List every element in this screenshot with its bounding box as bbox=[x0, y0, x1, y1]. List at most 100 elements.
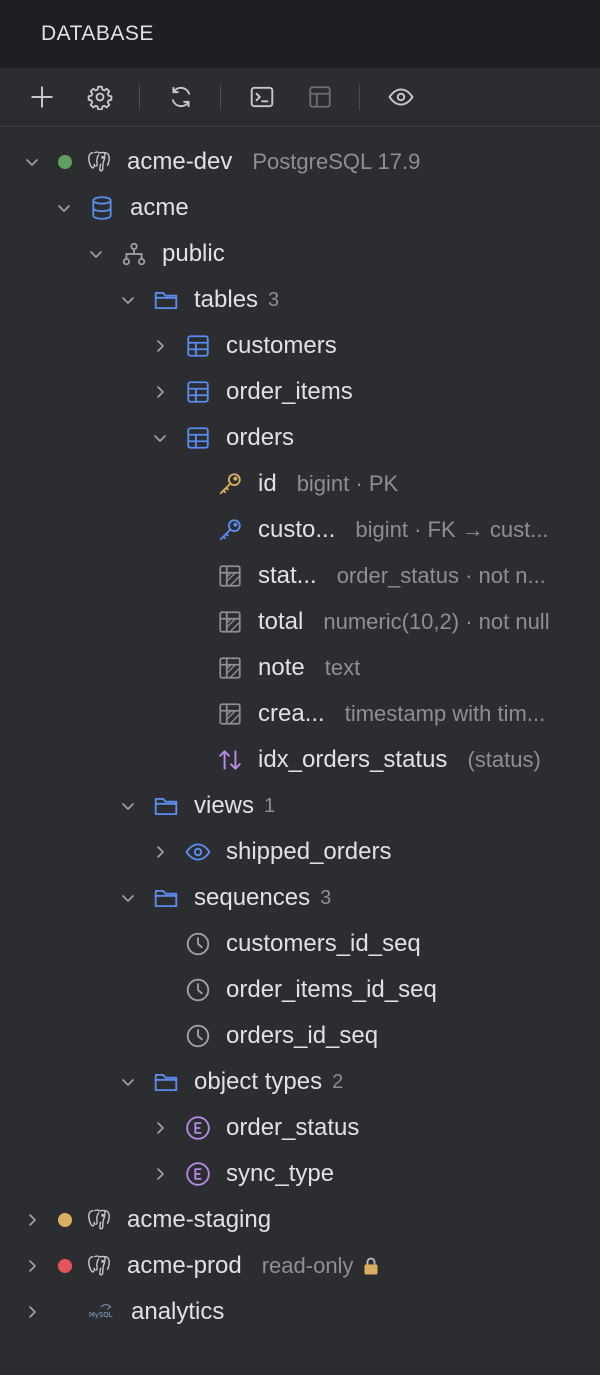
refresh-icon bbox=[171, 86, 191, 108]
column-type: order_status · not n... bbox=[336, 563, 546, 588]
plus-icon bbox=[31, 86, 53, 108]
chevron-right-icon[interactable] bbox=[150, 382, 170, 402]
column-icon bbox=[216, 654, 244, 682]
table-icon bbox=[184, 424, 212, 452]
tree-item-public-schema[interactable]: public bbox=[0, 231, 600, 277]
index-name: idx_orders_status bbox=[258, 746, 448, 773]
toolbar bbox=[0, 68, 600, 127]
clock-icon bbox=[184, 976, 212, 1004]
chevron-down-icon[interactable] bbox=[118, 1072, 138, 1092]
tree-item-acme-staging[interactable]: acme-staging bbox=[0, 1197, 600, 1243]
column-type: bigint · PK bbox=[296, 471, 399, 496]
folder-icon bbox=[152, 286, 180, 314]
postgres-elephant-icon bbox=[85, 1206, 113, 1234]
table-icon bbox=[184, 378, 212, 406]
eye-icon bbox=[184, 838, 212, 866]
tree-item-view-shipped-orders[interactable]: shipped_orders bbox=[0, 829, 600, 875]
panel-header: DATABASE bbox=[0, 0, 600, 68]
toolbar-separator bbox=[359, 84, 360, 110]
column-name: crea... bbox=[258, 700, 325, 727]
tree-item-table-orders[interactable]: orders bbox=[0, 415, 600, 461]
add-button[interactable] bbox=[27, 82, 57, 112]
tree-item-column-note[interactable]: note text bbox=[0, 645, 600, 691]
schema-name: public bbox=[162, 240, 225, 267]
column-type: timestamp with tim... bbox=[344, 701, 546, 726]
read-only-label: read-only bbox=[261, 1253, 354, 1278]
toolbar-separator bbox=[220, 84, 221, 110]
connection-name: acme-prod bbox=[127, 1252, 242, 1279]
enum-icon bbox=[184, 1160, 212, 1188]
tree-item-type-sync-type[interactable]: sync_type bbox=[0, 1151, 600, 1197]
chevron-down-icon[interactable] bbox=[54, 198, 74, 218]
tree-item-index[interactable]: idx_orders_status (status) bbox=[0, 737, 600, 783]
terminal-icon bbox=[250, 86, 274, 108]
tree-item-table-customers[interactable]: customers bbox=[0, 323, 600, 369]
chevron-right-icon[interactable] bbox=[22, 1302, 42, 1322]
column-name: id bbox=[258, 470, 277, 497]
database-tree: acme-dev PostgreSQL 17.9 acme public tab… bbox=[0, 127, 600, 1335]
chevron-right-icon[interactable] bbox=[150, 1118, 170, 1138]
tree-item-views-folder[interactable]: views 1 bbox=[0, 783, 600, 829]
chevron-down-icon[interactable] bbox=[86, 244, 106, 264]
chevron-right-icon[interactable] bbox=[22, 1210, 42, 1230]
tree-item-column-id[interactable]: id bigint · PK bbox=[0, 461, 600, 507]
tree-item-acme-db[interactable]: acme bbox=[0, 185, 600, 231]
table-name: order_items bbox=[226, 378, 353, 405]
connection-name: acme-staging bbox=[127, 1206, 272, 1233]
tree-item-analytics[interactable]: MySQL analytics bbox=[0, 1289, 600, 1335]
connection-name: acme-dev bbox=[127, 148, 233, 175]
database-icon bbox=[88, 194, 116, 222]
chevron-down-icon[interactable] bbox=[150, 428, 170, 448]
sequence-name: customers_id_seq bbox=[226, 930, 421, 957]
table-icon bbox=[309, 86, 331, 108]
console-button[interactable] bbox=[247, 82, 277, 112]
view-options-button[interactable] bbox=[386, 82, 416, 112]
table-name: customers bbox=[226, 332, 337, 359]
primary-key-icon bbox=[216, 470, 244, 498]
tree-item-tables-folder[interactable]: tables 3 bbox=[0, 277, 600, 323]
schema-icon bbox=[120, 240, 148, 268]
chevron-right-icon[interactable] bbox=[22, 1256, 42, 1276]
column-icon bbox=[216, 608, 244, 636]
mysql-logo-text: MySQL bbox=[89, 1311, 113, 1319]
type-name: sync_type bbox=[226, 1160, 335, 1187]
index-sort-icon bbox=[216, 746, 244, 774]
tree-item-table-order-items[interactable]: order_items bbox=[0, 369, 600, 415]
tree-item-column-total[interactable]: total numeric(10,2) · not null bbox=[0, 599, 600, 645]
postgres-elephant-icon bbox=[85, 148, 113, 176]
tree-item-type-order-status[interactable]: order_status bbox=[0, 1105, 600, 1151]
tree-item-sequence[interactable]: orders_id_seq bbox=[0, 1013, 600, 1059]
sequence-name: orders_id_seq bbox=[226, 1022, 379, 1049]
table-view-button[interactable] bbox=[305, 82, 335, 112]
tree-item-sequences-folder[interactable]: sequences 3 bbox=[0, 875, 600, 921]
toolbar-separator bbox=[139, 84, 140, 110]
chevron-right-icon[interactable] bbox=[150, 1164, 170, 1184]
folder-count: 2 bbox=[332, 1070, 344, 1093]
chevron-down-icon[interactable] bbox=[22, 152, 42, 172]
chevron-down-icon[interactable] bbox=[118, 290, 138, 310]
tree-item-object-types-folder[interactable]: object types 2 bbox=[0, 1059, 600, 1105]
column-name: custo... bbox=[258, 516, 336, 543]
chevron-right-icon[interactable] bbox=[150, 336, 170, 356]
chevron-right-icon[interactable] bbox=[150, 842, 170, 862]
postgres-elephant-icon bbox=[85, 1252, 113, 1280]
tree-item-column-created-at[interactable]: crea... timestamp with tim... bbox=[0, 691, 600, 737]
folder-label: object types bbox=[194, 1068, 323, 1095]
tree-item-column-customer-id[interactable]: custo... bigint · FK → cust... bbox=[0, 507, 600, 553]
tree-item-acme-prod[interactable]: acme-prod read-only bbox=[0, 1243, 600, 1289]
type-name: order_status bbox=[226, 1114, 360, 1141]
tree-item-acme-dev[interactable]: acme-dev PostgreSQL 17.9 bbox=[0, 139, 600, 185]
tree-item-sequence[interactable]: customers_id_seq bbox=[0, 921, 600, 967]
settings-button[interactable] bbox=[85, 82, 115, 112]
gear-icon bbox=[87, 85, 113, 110]
tree-item-column-status[interactable]: stat... order_status · not n... bbox=[0, 553, 600, 599]
index-columns: (status) bbox=[467, 747, 541, 772]
connection-status-dot bbox=[58, 1213, 72, 1227]
folder-icon bbox=[152, 884, 180, 912]
chevron-down-icon[interactable] bbox=[118, 888, 138, 908]
refresh-button[interactable] bbox=[166, 82, 196, 112]
chevron-down-icon[interactable] bbox=[118, 796, 138, 816]
column-type: numeric(10,2) · not null bbox=[323, 609, 550, 634]
folder-icon bbox=[152, 1068, 180, 1096]
tree-item-sequence[interactable]: order_items_id_seq bbox=[0, 967, 600, 1013]
